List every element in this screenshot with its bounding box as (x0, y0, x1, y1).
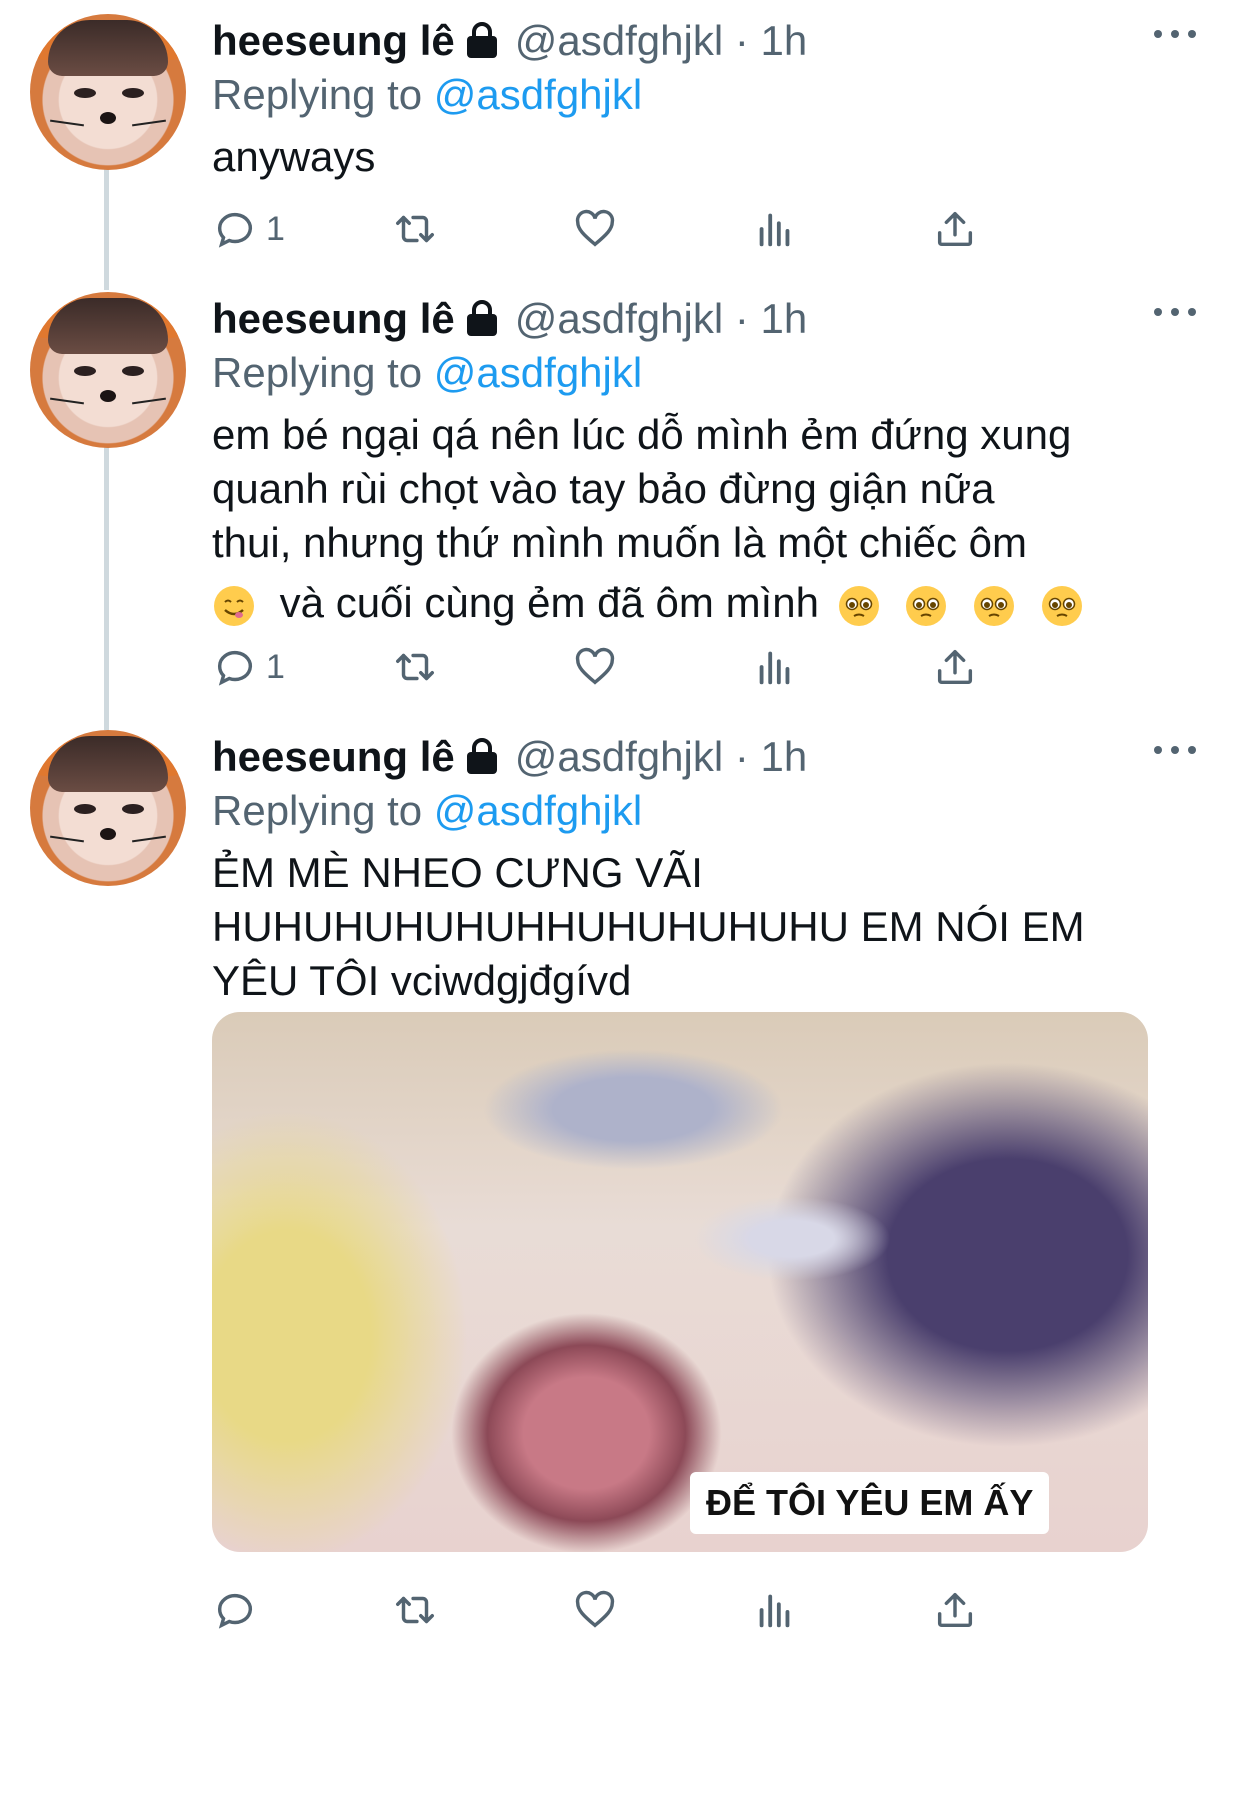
pleading-emoji (838, 585, 879, 626)
text-line: quanh rùi chọt vào tay bảo đừng giận nữa (212, 465, 995, 512)
tweet-content: heeseung lê @asdfghjkl · 1h Replying to … (212, 292, 1196, 630)
avatar[interactable] (30, 292, 186, 448)
more-options-icon[interactable] (1154, 740, 1196, 760)
lock-icon (466, 300, 497, 336)
replying-to-label: Replying to (212, 71, 423, 118)
more-options-icon[interactable] (1154, 302, 1196, 322)
reply-icon (217, 650, 253, 686)
handle-and-time[interactable]: @asdfghjkl · 1h (515, 733, 807, 781)
tweet-text: ẺM MÈ NHEO CƯNG VÃI HUHUHUHUHUHHUHUHUHUH… (212, 846, 1196, 1008)
reply-button[interactable]: 1 (212, 637, 285, 697)
pleading-emoji (973, 585, 1014, 626)
tweet-header: heeseung lê @asdfghjkl · 1h (212, 292, 1196, 346)
reply-mention-link[interactable]: @asdfghjkl (434, 349, 642, 396)
lock-icon (466, 738, 497, 774)
reply-count: 1 (266, 209, 285, 248)
text-line: YÊU TÔI vciwdgjđgívd (212, 957, 632, 1004)
action-bar: 1 (212, 199, 1112, 259)
tweet-header: heeseung lê @asdfghjkl · 1h (212, 14, 1196, 68)
action-bar: 1 (212, 637, 1112, 697)
tweet-media-image[interactable]: ĐỂ TÔI YÊU EM ẤY (212, 1012, 1148, 1552)
replying-to: Replying to @asdfghjkl (212, 784, 1196, 838)
action-bar (212, 1580, 1112, 1640)
like-button[interactable] (572, 637, 618, 697)
yum-emoji (214, 585, 254, 626)
like-button[interactable] (572, 1580, 618, 1640)
retweet-button[interactable] (392, 637, 438, 697)
display-name[interactable]: heeseung lê (212, 17, 455, 65)
heart-icon (575, 647, 615, 685)
reply-mention-link[interactable]: @asdfghjkl (434, 71, 642, 118)
retweet-icon (396, 215, 434, 243)
replying-to-label: Replying to (212, 787, 423, 834)
text-line: anyways (212, 133, 376, 180)
reply-icon (217, 212, 253, 248)
share-icon (937, 211, 973, 247)
analytics-icon (759, 213, 790, 247)
replying-to-label: Replying to (212, 349, 423, 396)
pleading-emoji (1041, 585, 1082, 626)
avatar[interactable] (30, 14, 186, 170)
heart-icon (575, 209, 615, 247)
tweet-header: heeseung lê @asdfghjkl · 1h (212, 730, 1196, 784)
media-caption: ĐỂ TÔI YÊU EM ẤY (690, 1472, 1050, 1534)
tweet-content: heeseung lê @asdfghjkl · 1h Replying to … (212, 14, 1196, 184)
analytics-icon (759, 1594, 790, 1628)
retweet-button[interactable] (392, 199, 438, 259)
reply-mention-link[interactable]: @asdfghjkl (434, 787, 642, 834)
display-name[interactable]: heeseung lê (212, 295, 455, 343)
share-icon (937, 649, 973, 685)
more-options-icon[interactable] (1154, 24, 1196, 44)
handle-and-time[interactable]: @asdfghjkl · 1h (515, 295, 807, 343)
thread-line (104, 160, 109, 290)
reply-icon (217, 1593, 253, 1629)
text-line: thui, nhưng thứ mình muốn là một chiếc ô… (212, 519, 1027, 566)
text-line: HUHUHUHUHUHHUHUHUHUHU EM NÓI EM (212, 903, 1085, 950)
analytics-button[interactable] (752, 637, 798, 697)
analytics-button[interactable] (752, 199, 798, 259)
lock-icon (466, 22, 497, 58)
share-button[interactable] (932, 199, 978, 259)
avatar[interactable] (30, 730, 186, 886)
reply-count: 1 (266, 647, 285, 686)
text-line: và cuối cùng ẻm đã ôm mình (279, 579, 819, 626)
text-line: ẺM MÈ NHEO CƯNG VÃI (212, 849, 703, 896)
retweet-icon (396, 1596, 434, 1624)
replying-to: Replying to @asdfghjkl (212, 346, 1196, 400)
share-icon (937, 1592, 973, 1628)
text-line-with-emoji: và cuối cùng ẻm đã ôm mình (212, 576, 1196, 630)
reply-button[interactable] (212, 1580, 266, 1640)
retweet-icon (396, 653, 434, 681)
tweet-text: anyways (212, 130, 1196, 184)
heart-icon (575, 1590, 615, 1628)
reply-button[interactable]: 1 (212, 199, 285, 259)
text-line: em bé ngại qá nên lúc dỗ mình ẻm đứng xu… (212, 411, 1072, 458)
retweet-button[interactable] (392, 1580, 438, 1640)
replying-to: Replying to @asdfghjkl (212, 68, 1196, 122)
thread-line (104, 440, 109, 730)
handle-and-time[interactable]: @asdfghjkl · 1h (515, 17, 807, 65)
tweet-content: heeseung lê @asdfghjkl · 1h Replying to … (212, 730, 1196, 1008)
share-button[interactable] (932, 637, 978, 697)
like-button[interactable] (572, 199, 618, 259)
tweet-text: em bé ngại qá nên lúc dỗ mình ẻm đứng xu… (212, 408, 1196, 630)
analytics-icon (759, 651, 790, 685)
pleading-emoji (906, 585, 947, 626)
share-button[interactable] (932, 1580, 978, 1640)
display-name[interactable]: heeseung lê (212, 733, 455, 781)
analytics-button[interactable] (752, 1580, 798, 1640)
